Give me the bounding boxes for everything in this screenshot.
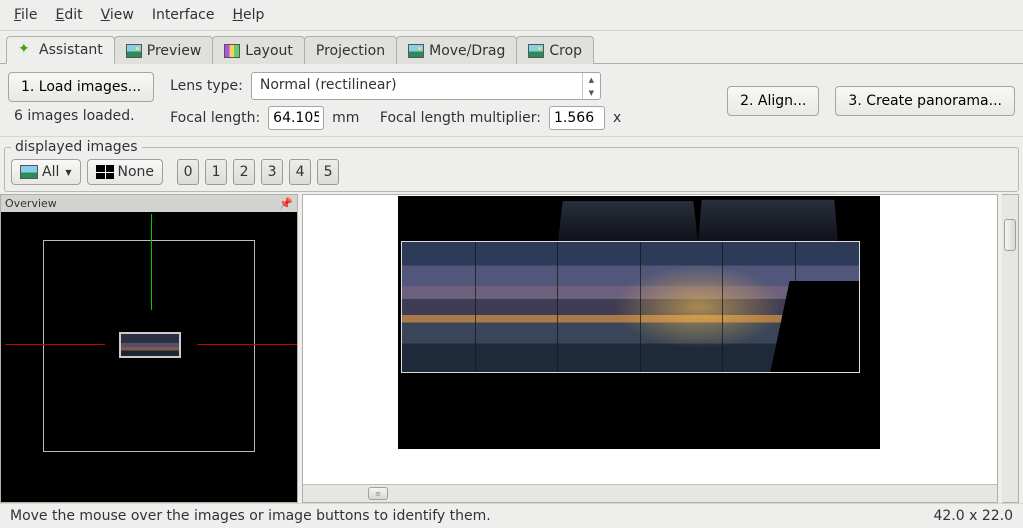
panorama-image	[401, 241, 860, 373]
load-images-button[interactable]: 1. Load images...	[8, 72, 154, 102]
overview-pane: Overview 📌	[0, 194, 298, 503]
multiplier-label: Focal length multiplier:	[380, 110, 541, 126]
tile-outline	[558, 201, 698, 242]
assistant-icon	[18, 43, 34, 57]
lens-type-label: Lens type:	[170, 78, 243, 94]
overview-axis-right	[197, 344, 297, 345]
image-toggle-0[interactable]: 0	[177, 159, 199, 185]
tab-label: Assistant	[39, 42, 103, 58]
chevron-down-icon: ▼	[65, 168, 71, 177]
image-toggle-3[interactable]: 3	[261, 159, 283, 185]
focal-length-input[interactable]	[268, 106, 324, 130]
image-toggle-4[interactable]: 4	[289, 159, 311, 185]
chevron-down-icon[interactable]: ▼	[583, 86, 600, 99]
scrollbar-thumb[interactable]	[1004, 219, 1016, 251]
overview-canvas[interactable]	[1, 212, 297, 502]
menu-interface[interactable]: Interface	[144, 4, 223, 26]
image-toggle-2[interactable]: 2	[233, 159, 255, 185]
menu-edit[interactable]: Edit	[47, 4, 90, 26]
overview-axis-left	[5, 344, 105, 345]
scrollbar-thumb[interactable]: ≡	[368, 487, 388, 500]
tab-bar: Assistant Preview Layout Projection Move…	[0, 31, 1023, 64]
menu-view[interactable]: View	[93, 4, 142, 26]
tab-label: Projection	[316, 43, 385, 59]
preview-canvas[interactable]	[303, 195, 997, 484]
displayed-images-legend: displayed images	[11, 139, 142, 155]
show-all-button[interactable]: All ▼	[11, 159, 81, 185]
combo-spinner[interactable]: ▲ ▼	[582, 73, 600, 99]
status-coords: 42.0 x 22.0	[933, 508, 1013, 524]
focal-length-unit: mm	[332, 110, 359, 126]
multiplier-unit: x	[613, 110, 621, 126]
tile-outline	[698, 200, 838, 242]
show-none-button[interactable]: None	[87, 159, 164, 185]
status-hint: Move the mouse over the images or image …	[10, 508, 491, 524]
menu-help[interactable]: Help	[225, 4, 273, 26]
horizontal-scrollbar[interactable]: ≡	[303, 484, 997, 502]
preview-icon	[126, 44, 142, 58]
focal-length-label: Focal length:	[170, 110, 260, 126]
pin-icon[interactable]: 📌	[279, 197, 293, 210]
lens-type-combo[interactable]: Normal (rectilinear) ▲ ▼	[251, 72, 601, 100]
layout-icon	[224, 44, 240, 58]
menu-bar: File Edit View Interface Help	[0, 0, 1023, 31]
menu-file[interactable]: File	[6, 4, 45, 26]
tab-move-drag[interactable]: Move/Drag	[396, 36, 517, 64]
multiplier-input[interactable]	[549, 106, 605, 130]
create-panorama-button[interactable]: 3. Create panorama...	[835, 86, 1015, 116]
all-icon	[20, 165, 38, 179]
none-label: None	[118, 164, 155, 180]
displayed-images-group: displayed images All ▼ None 0 1 2 3 4 5	[4, 139, 1019, 192]
overview-title: Overview	[5, 197, 57, 210]
tab-assistant[interactable]: Assistant	[6, 36, 115, 64]
all-label: All	[42, 164, 59, 180]
images-loaded-label: 6 images loaded.	[8, 108, 154, 124]
overview-axis-vertical	[151, 214, 152, 310]
workspace: Overview 📌	[0, 194, 1023, 503]
lens-type-value: Normal (rectilinear)	[252, 73, 582, 99]
align-button[interactable]: 2. Align...	[727, 86, 819, 116]
tab-label: Crop	[549, 43, 582, 59]
tab-projection[interactable]: Projection	[304, 36, 397, 64]
tab-label: Preview	[147, 43, 202, 59]
assistant-panel: 1. Load images... 6 images loaded. Lens …	[0, 64, 1023, 137]
tab-label: Layout	[245, 43, 293, 59]
image-toggle-5[interactable]: 5	[317, 159, 339, 185]
overview-thumbnail	[119, 332, 181, 358]
status-bar: Move the mouse over the images or image …	[0, 503, 1023, 528]
move-drag-icon	[408, 44, 424, 58]
preview-pane: ≡	[302, 194, 998, 503]
tab-label: Move/Drag	[429, 43, 505, 59]
image-toggle-1[interactable]: 1	[205, 159, 227, 185]
tab-layout[interactable]: Layout	[212, 36, 305, 64]
tab-crop[interactable]: Crop	[516, 36, 594, 64]
crop-icon	[528, 44, 544, 58]
vertical-scrollbar[interactable]	[1002, 194, 1019, 503]
none-icon	[96, 165, 114, 179]
chevron-up-icon[interactable]: ▲	[583, 73, 600, 86]
tab-preview[interactable]: Preview	[114, 36, 214, 64]
